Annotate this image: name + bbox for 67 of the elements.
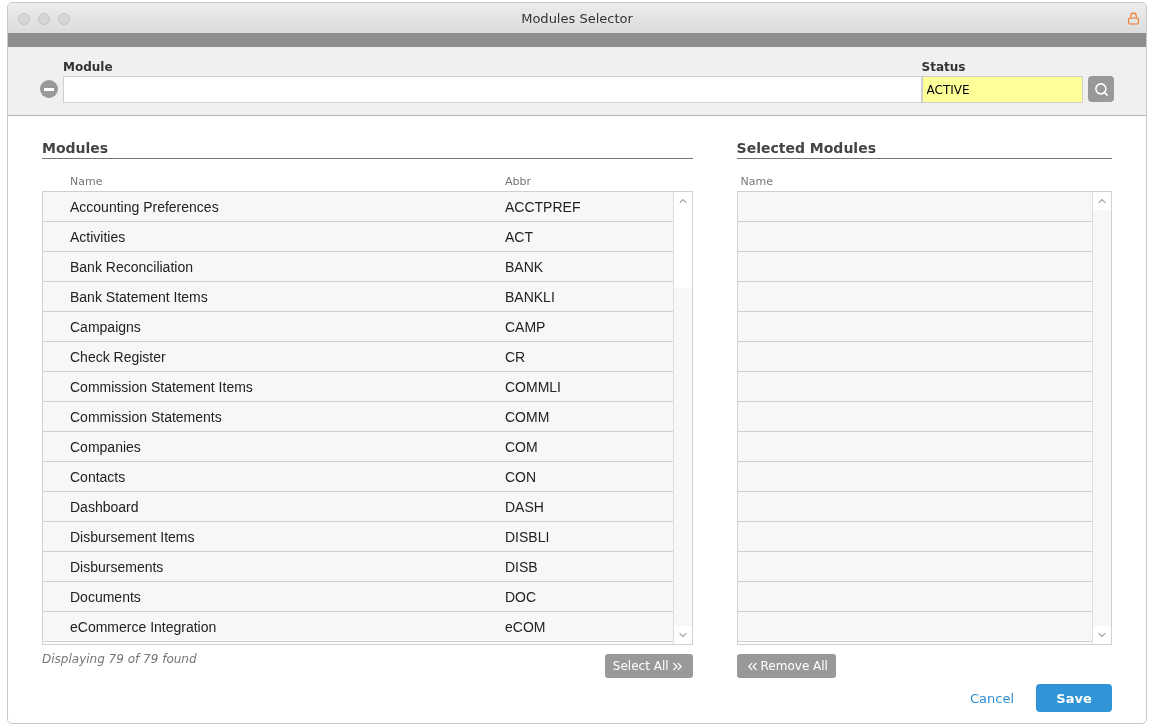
module-abbr: ACCTPREF xyxy=(505,198,581,215)
module-abbr: CAMP xyxy=(505,318,546,335)
list-row[interactable]: Bank Reconciliation BANK xyxy=(43,252,673,282)
minimize-button[interactable] xyxy=(38,13,50,25)
module-name: Dashboard xyxy=(70,498,140,515)
column-header: Name xyxy=(70,175,104,188)
module-abbr: ACT xyxy=(505,228,533,245)
scrollbar[interactable] xyxy=(1092,192,1111,644)
list-row[interactable]: Disbursements DISB xyxy=(43,552,673,582)
module-name: Companies xyxy=(70,438,142,455)
module-name: eCommerce Integration xyxy=(70,618,218,635)
field-label: Status xyxy=(921,60,967,74)
list-row[interactable]: Campaigns CAMP xyxy=(43,312,673,342)
module-abbr: DOC xyxy=(505,588,537,605)
status-field[interactable]: ACTIVE xyxy=(921,76,1084,103)
column-header: Name xyxy=(740,175,773,188)
zoom-button[interactable] xyxy=(58,13,70,25)
module-name: Disbursement Items xyxy=(70,528,196,545)
module-name: Disbursements xyxy=(70,558,165,575)
column-header: Abbr xyxy=(505,175,531,188)
list-row[interactable]: Check Register CR xyxy=(43,342,673,372)
module-field[interactable] xyxy=(62,76,922,103)
module-name: Documents xyxy=(70,588,142,605)
field-label: Module xyxy=(62,60,114,74)
list-row[interactable]: Disbursement Items DISBLI xyxy=(43,522,673,552)
module-name: Check Register xyxy=(70,348,167,365)
list-row[interactable]: Commission Statement Items COMMLI xyxy=(43,372,673,402)
module-name: Campaigns xyxy=(70,318,142,335)
scroll-thumb[interactable] xyxy=(673,210,692,288)
panel-title: Selected Modules xyxy=(736,140,1112,159)
module-name: Bank Reconciliation xyxy=(70,258,194,275)
module-name: Commission Statement Items xyxy=(70,378,254,395)
module-abbr: COMMLI xyxy=(505,378,561,395)
lock-icon xyxy=(1127,12,1140,25)
scrollbar[interactable] xyxy=(672,192,692,644)
list-row[interactable]: Contacts CON xyxy=(43,462,673,492)
module-abbr: DISB xyxy=(505,558,538,575)
module-abbr: BANKLI xyxy=(505,288,555,305)
module-abbr: BANK xyxy=(505,258,544,275)
list-row[interactable]: eCommerce Integration eCOM xyxy=(43,612,673,642)
module-abbr: CON xyxy=(505,468,537,485)
module-name: Commission Statements xyxy=(70,408,223,425)
module-name: Bank Statement Items xyxy=(70,288,209,305)
search-icon xyxy=(1093,81,1109,97)
module-abbr: DASH xyxy=(505,498,544,515)
module-abbr: DISBLI xyxy=(505,528,550,545)
module-abbr: CR xyxy=(505,348,526,365)
result-count: Displaying 79 of 79 found xyxy=(42,652,197,666)
module-name: Activities xyxy=(70,228,127,245)
list-row[interactable]: Activities ACT xyxy=(43,222,673,252)
module-abbr: COMM xyxy=(505,408,550,425)
window-title: Modules Selector xyxy=(521,10,633,26)
list-row[interactable]: Commission Statements COMM xyxy=(43,402,673,432)
panel-title: Modules xyxy=(42,140,693,159)
cancel-link[interactable]: Cancel xyxy=(969,690,1014,706)
module-name: Contacts xyxy=(70,468,127,485)
list-row[interactable]: Dashboard DASH xyxy=(43,492,673,522)
list-row[interactable]: Companies COM xyxy=(43,432,673,462)
remove-filter-icon[interactable] xyxy=(40,80,58,98)
module-abbr: COM xyxy=(505,438,538,455)
list-row[interactable]: Accounting Preferences ACCTPREF xyxy=(43,192,673,222)
list-row[interactable]: Bank Statement Items BANKLI xyxy=(43,282,673,312)
module-abbr: eCOM xyxy=(505,618,546,635)
list-row[interactable]: Documents DOC xyxy=(43,582,673,612)
search-button[interactable] xyxy=(1088,76,1114,102)
close-button[interactable] xyxy=(18,13,30,25)
module-name: Accounting Preferences xyxy=(70,198,220,215)
